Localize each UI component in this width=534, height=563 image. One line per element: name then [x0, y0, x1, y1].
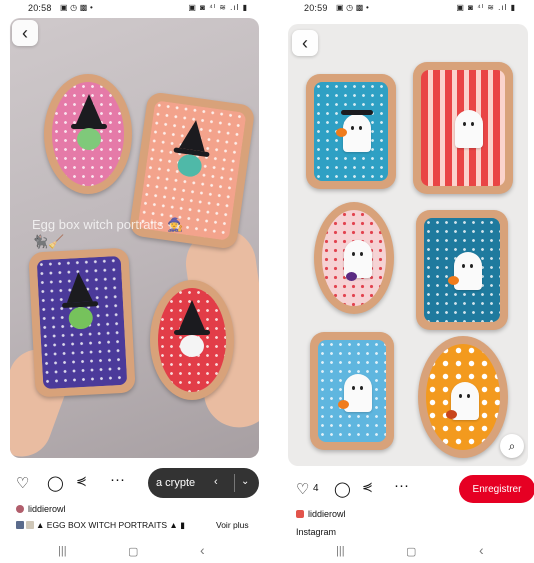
portrait-background: [52, 82, 124, 186]
chevron-left-icon: ‹: [22, 22, 28, 43]
chevron-left-icon[interactable]: ‹: [214, 476, 218, 488]
board-save-pill[interactable]: a crypte ‹ ⌄: [148, 468, 259, 498]
back-nav-button[interactable]: ‹: [479, 542, 484, 558]
status-bar: 20:59 ▣ ◷ ▩ • ▣ ◙ ⁴ᴵ ≋ .ıl ▮: [276, 2, 534, 16]
pin-image[interactable]: ⌕: [288, 24, 528, 466]
status-time: 20:59: [304, 3, 328, 13]
ghost-portrait-frame: [310, 332, 394, 450]
author-name: liddierowl: [28, 504, 66, 514]
pill-divider: [234, 474, 235, 492]
witch-hat-brim: [341, 110, 373, 115]
witch-hat: [179, 118, 209, 152]
right-screen: 20:59 ▣ ◷ ▩ • ▣ ◙ ⁴ᴵ ≋ .ıl ▮ ⌕ ‹ ♡ 4 ◯ ⋞…: [276, 0, 534, 563]
pin-author[interactable]: liddierowl: [296, 509, 346, 519]
pumpkin: [338, 400, 349, 409]
heart-icon[interactable]: ♡: [296, 480, 309, 498]
more-icon[interactable]: ···: [394, 477, 409, 494]
status-system-icons: ▣ ◙ ⁴ᴵ ≋ .ıl ▮: [188, 3, 248, 12]
pin-description: ▲ EGG BOX WITCH PORTRAITS ▲ ▮ Voir plus: [16, 520, 256, 531]
status-time: 20:58: [28, 3, 52, 13]
emoji-thumb-icon: [16, 521, 24, 529]
back-nav-button[interactable]: ‹: [200, 542, 205, 558]
home-button[interactable]: ▢: [406, 545, 416, 558]
avatar: [296, 510, 304, 518]
see-more-link[interactable]: Voir plus: [216, 520, 249, 530]
portrait-background: [314, 82, 388, 181]
pumpkin: [446, 410, 457, 419]
pumpkin: [336, 128, 347, 137]
ghost-figure: [343, 114, 371, 152]
comment-icon[interactable]: ◯: [334, 480, 351, 498]
status-system-icons: ▣ ◙ ⁴ᴵ ≋ .ıl ▮: [456, 3, 516, 12]
chevron-down-icon[interactable]: ⌄: [241, 476, 249, 487]
visual-search-icon[interactable]: ⌕: [500, 434, 524, 458]
back-button[interactable]: ‹: [12, 20, 38, 46]
ghost-portrait-frame: [306, 74, 396, 189]
avatar: [16, 505, 24, 513]
witch-portrait-frame: [44, 74, 132, 194]
pin-author[interactable]: liddierowl: [16, 504, 66, 514]
share-icon[interactable]: ⋞: [76, 473, 87, 489]
treat-bucket: [346, 272, 357, 281]
portrait-background: [36, 255, 128, 390]
emoji-thumb-icon: [26, 521, 34, 529]
home-button[interactable]: ▢: [128, 545, 138, 558]
ghost-portrait-frame: [416, 210, 508, 330]
witch-face: [77, 128, 101, 150]
recents-button[interactable]: |||: [336, 545, 345, 557]
ghost-portrait-frame: [314, 202, 394, 314]
witch-hat: [76, 94, 102, 124]
skull-face: [180, 335, 204, 357]
comment-icon[interactable]: ◯: [47, 474, 64, 492]
pin-overlay-caption: Egg box witch portraits 🧙‍♀️🐈‍⬛🧹: [32, 217, 184, 249]
witch-hat: [65, 271, 93, 303]
status-notification-icons: ▣ ◷ ▩ •: [336, 3, 369, 12]
recents-button[interactable]: |||: [58, 545, 67, 557]
like-count: 4: [313, 483, 319, 494]
ghost-figure: [454, 252, 482, 290]
witch-face: [68, 306, 94, 330]
ghost-figure: [455, 110, 483, 148]
share-icon[interactable]: ⋞: [362, 479, 373, 495]
chevron-left-icon: ‹: [302, 32, 308, 53]
ghost-portrait-frame: [418, 336, 508, 458]
ghost-portrait-frame: [413, 62, 513, 194]
heart-icon[interactable]: ♡: [16, 474, 29, 492]
witch-face: [176, 153, 204, 179]
back-button[interactable]: ‹: [292, 30, 318, 56]
left-screen: 20:58 ▣ ◷ ▩ • ▣ ◙ ⁴ᴵ ≋ .ıl ▮ Egg box wit…: [0, 0, 266, 563]
portrait-background: [421, 70, 505, 186]
description-text: EGG BOX WITCH PORTRAITS: [46, 520, 168, 530]
pin-source[interactable]: Instagram: [296, 527, 336, 537]
pumpkin: [448, 276, 459, 285]
system-nav-bar: ||| ▢ ‹: [276, 542, 534, 562]
witch-hat: [179, 300, 205, 330]
save-button[interactable]: Enregistrer: [459, 475, 534, 503]
skeleton-portrait-frame: [150, 280, 234, 400]
pin-image[interactable]: Egg box witch portraits 🧙‍♀️🐈‍⬛🧹: [10, 18, 259, 458]
system-nav-bar: ||| ▢ ‹: [0, 542, 266, 562]
more-icon[interactable]: ···: [110, 471, 125, 488]
portrait-background: [158, 288, 226, 392]
portrait-background: [318, 340, 386, 442]
witch-portrait-frame: [28, 247, 136, 398]
author-name: liddierowl: [308, 509, 346, 519]
portrait-background: [424, 218, 500, 322]
portrait-background: [322, 210, 386, 306]
status-bar: 20:58 ▣ ◷ ▩ • ▣ ◙ ⁴ᴵ ≋ .ıl ▮: [0, 2, 266, 16]
portrait-background: [426, 344, 500, 450]
board-name: a crypte: [156, 477, 196, 489]
status-notification-icons: ▣ ◷ ▩ •: [60, 3, 93, 12]
